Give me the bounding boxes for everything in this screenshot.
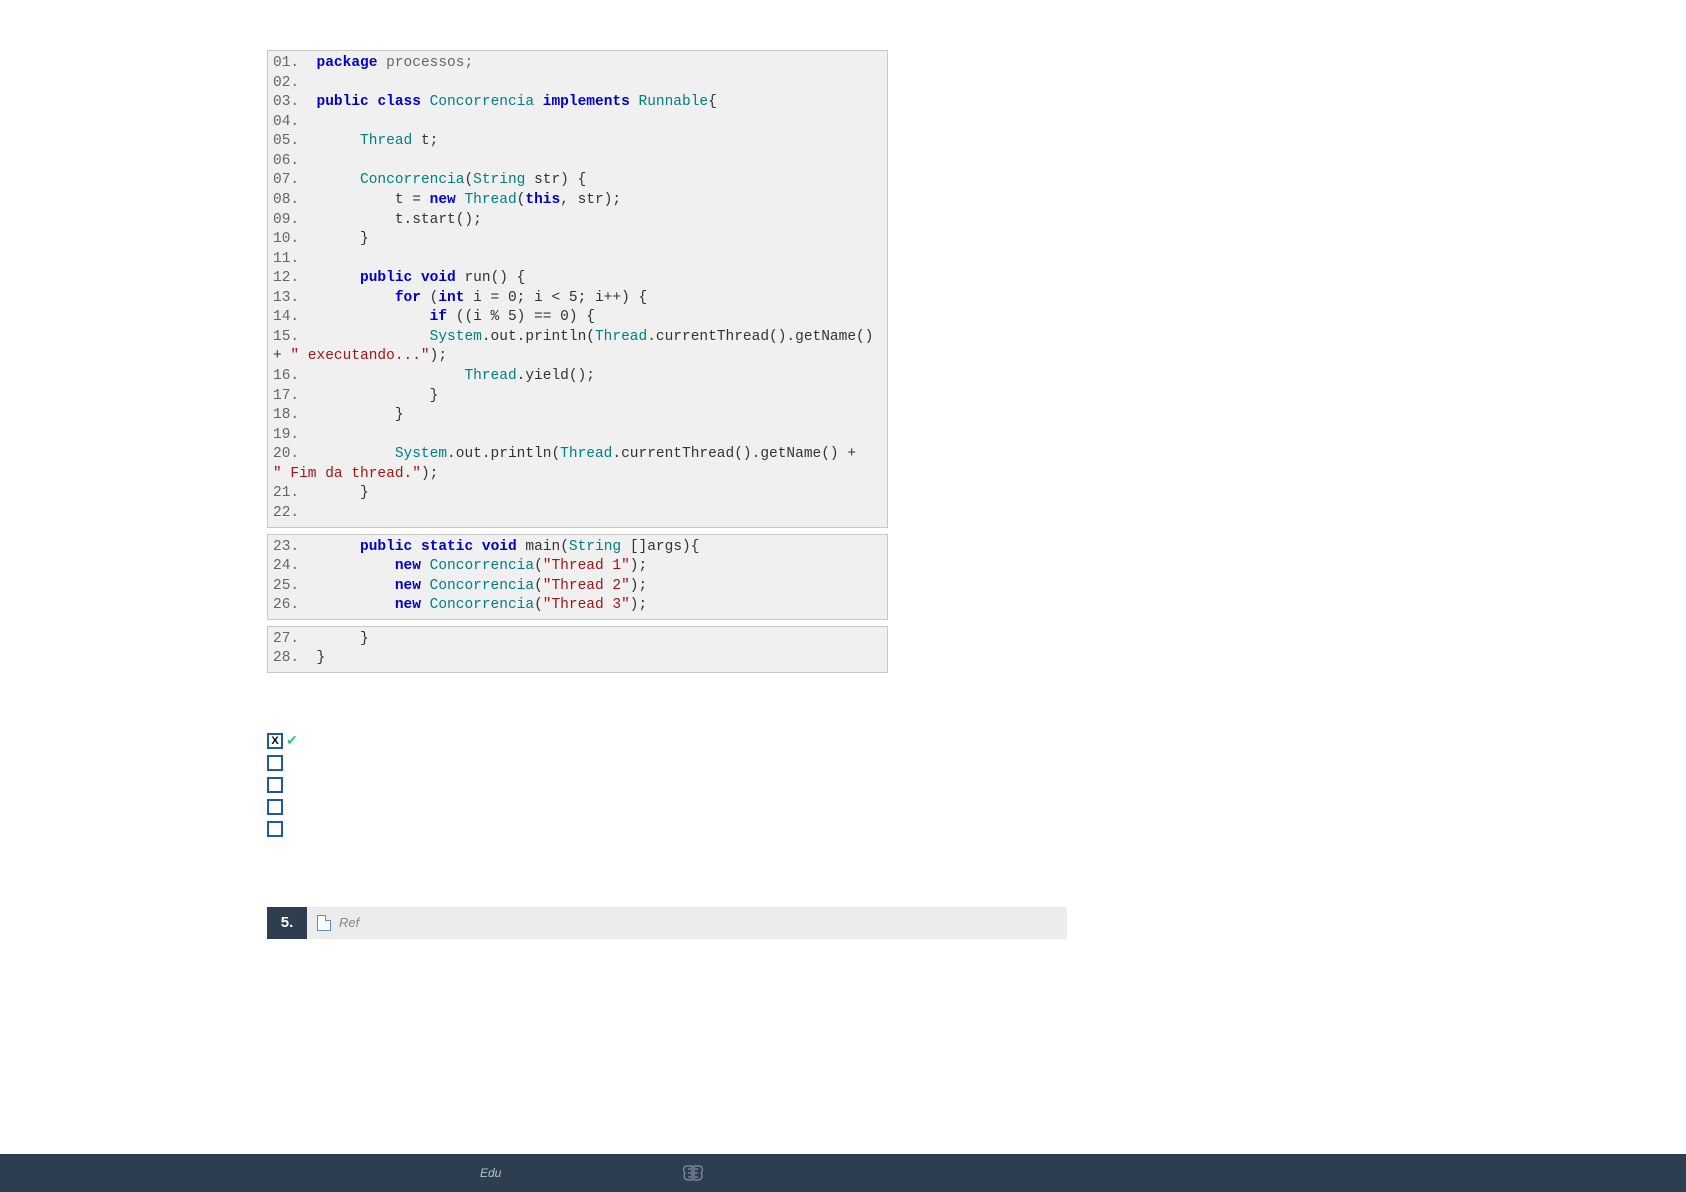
answer-option-2[interactable] (267, 753, 1686, 773)
question-number: 5. (267, 907, 307, 939)
footer-edu-label[interactable]: Edu (480, 1166, 501, 1180)
footer-bar: Edu (0, 1154, 1686, 1192)
code-block: 27. } 28. } (267, 626, 888, 673)
correct-tick-icon: ✔ (286, 732, 298, 749)
question-bar: 5. Ref (267, 907, 1067, 939)
checkbox-icon (267, 799, 283, 815)
code-block: 01. package processos; 02. 03. public cl… (267, 50, 888, 528)
brain-icon[interactable] (681, 1163, 705, 1183)
answer-option-5[interactable] (267, 819, 1686, 839)
code-block: 23. public static void main(String []arg… (267, 534, 888, 620)
checkbox-icon (267, 777, 283, 793)
answer-options: X ✔ (267, 731, 1686, 839)
code-container: 01. package processos; 02. 03. public cl… (267, 50, 1686, 673)
checkbox-icon (267, 755, 283, 771)
checkbox-icon (267, 821, 283, 837)
answer-option-3[interactable] (267, 775, 1686, 795)
answer-option-1[interactable]: X ✔ (267, 731, 1686, 751)
question-body[interactable]: Ref (307, 907, 1067, 939)
answer-option-4[interactable] (267, 797, 1686, 817)
page-icon (317, 915, 331, 931)
question-label: Ref (339, 915, 359, 930)
checkbox-icon: X (267, 733, 283, 749)
content-area: 01. package processos; 02. 03. public cl… (0, 0, 1686, 939)
